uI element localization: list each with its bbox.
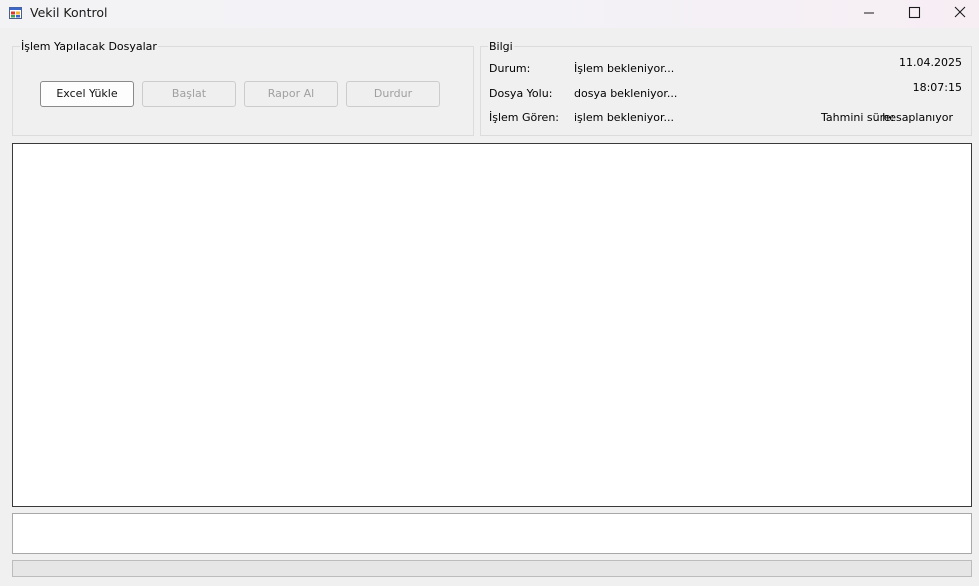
file-path-label: Dosya Yolu: (489, 87, 553, 100)
files-group-title: İşlem Yapılacak Dosyalar (20, 40, 158, 53)
file-path-value: dosya bekleniyor... (574, 87, 678, 100)
files-groupbox: İşlem Yapılacak Dosyalar Excel Yükle Baş… (12, 40, 474, 136)
title-bar[interactable]: Vekil Kontrol (0, 0, 979, 28)
status-value: İşlem bekleniyor... (574, 62, 675, 75)
log-listbox[interactable] (12, 143, 972, 507)
progress-bar (12, 560, 972, 577)
info-groupbox: Bilgi Durum: İşlem bekleniyor... Dosya Y… (480, 40, 972, 136)
estimate-value: hesaplanıyor (882, 111, 953, 124)
stop-button[interactable]: Durdur (346, 81, 440, 107)
status-label: Durum: (489, 62, 531, 75)
app-window-icon (9, 6, 23, 20)
info-group-title: Bilgi (488, 40, 514, 53)
time-label: 18:07:15 (912, 81, 962, 94)
processed-label: İşlem Gören: (489, 111, 559, 124)
close-button[interactable] (937, 0, 979, 26)
start-button[interactable]: Başlat (142, 81, 236, 107)
excel-upload-button[interactable]: Excel Yükle (40, 81, 134, 107)
processed-value: işlem bekleniyor... (574, 111, 675, 124)
status-textbox[interactable] (12, 513, 972, 554)
window-title: Vekil Kontrol (30, 5, 108, 20)
minimize-button[interactable] (846, 0, 892, 26)
report-button[interactable]: Rapor Al (244, 81, 338, 107)
app-window: Vekil Kontrol İşlem Yapılacak Dosyalar E… (0, 0, 979, 586)
date-label: 11.04.2025 (899, 56, 962, 69)
maximize-button[interactable] (891, 0, 937, 26)
